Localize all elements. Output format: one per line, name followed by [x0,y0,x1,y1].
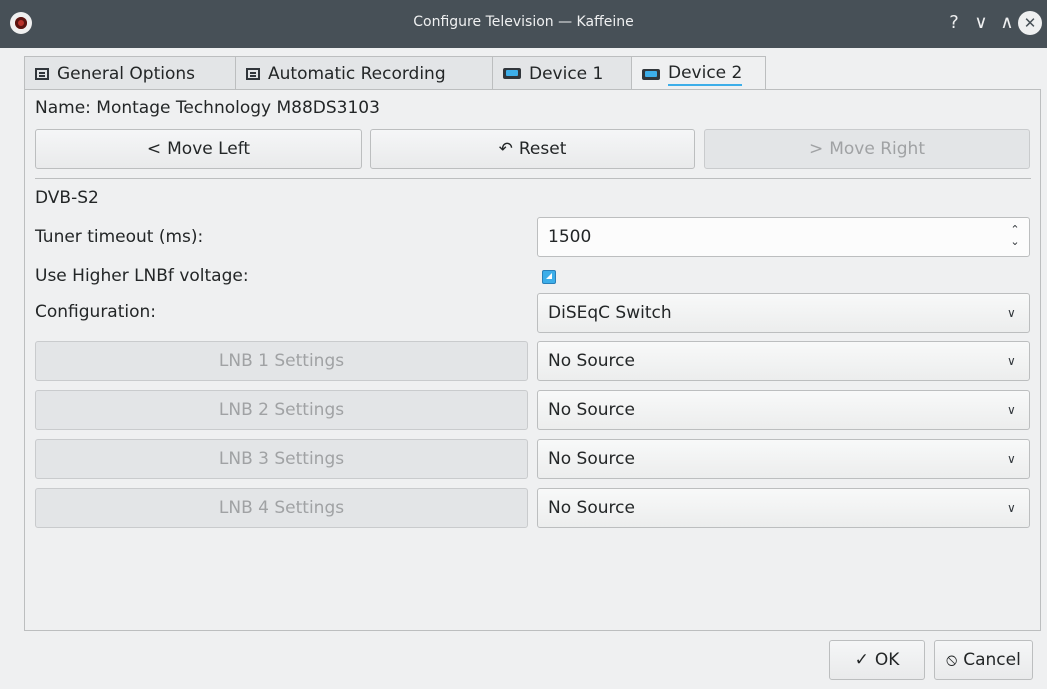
chevron-left-icon: < [146,139,162,159]
lnb-1-source-combobox[interactable]: No Source ∨ [537,341,1030,381]
chevron-down-icon: ∨ [1007,452,1016,466]
lnb-3-settings-button[interactable]: LNB 3 Settings [35,439,528,479]
window-title: Configure Television — Kaffeine [413,14,634,30]
lnb-3-settings-label: LNB 3 Settings [218,449,345,469]
chevron-down-icon: ∨ [1007,403,1016,417]
tab-device-1[interactable]: Device 1 [492,56,632,90]
cancel-button[interactable]: ⦸ Cancel [934,640,1033,680]
tv-icon [503,68,521,79]
divider [35,178,1031,179]
tab-general-options[interactable]: General Options [24,56,236,90]
reset-button[interactable]: ↶ Reset [370,129,695,169]
cancel-label: Cancel [963,650,1021,670]
chevron-down-icon: ∨ [1007,306,1016,320]
maximize-button[interactable]: ∧ [996,11,1018,35]
device-settings-panel: Name: Montage Technology M88DS3103 < Mov… [24,89,1041,631]
tuner-timeout-label: Tuner timeout (ms): [35,227,204,247]
tab-device-2[interactable]: Device 2 [631,56,766,91]
tab-label: Device 2 [668,63,743,86]
tv-icon [642,68,660,80]
undo-icon: ↶ [498,139,513,159]
tuner-timeout-value: 1500 [548,227,592,247]
ok-button[interactable]: ✓ OK [829,640,925,680]
lnb-1-source-value: No Source [548,351,635,371]
cancel-icon: ⦸ [946,650,958,670]
tab-label: Device 1 [529,63,604,84]
chevron-right-icon: > [808,139,824,159]
device-name-label: Name: Montage Technology M88DS3103 [35,98,380,118]
tab-automatic-recording[interactable]: Automatic Recording [235,56,493,90]
lnb-3-source-combobox[interactable]: No Source ∨ [537,439,1030,479]
configuration-value: DiSEqC Switch [548,303,672,323]
checkmark-icon: ✓ [854,650,869,670]
spin-arrows-icon[interactable]: ⌃ ⌄ [1009,224,1021,248]
help-button[interactable]: ? [944,11,964,35]
move-left-button[interactable]: < Move Left [35,129,362,169]
minimize-button[interactable]: ∨ [970,11,992,35]
close-button[interactable]: ✕ [1018,11,1042,35]
tab-label: Automatic Recording [268,63,446,84]
lnb-3-source-value: No Source [548,449,635,469]
tab-label: General Options [57,63,195,84]
lnb-1-settings-button[interactable]: LNB 1 Settings [35,341,528,381]
higher-lnbf-label: Use Higher LNBf voltage: [35,266,249,286]
lnb-1-settings-label: LNB 1 Settings [218,351,345,371]
higher-lnbf-checkbox[interactable] [542,270,556,284]
tuner-timeout-spinbox[interactable]: 1500 ⌃ ⌄ [537,217,1030,257]
lnb-2-source-combobox[interactable]: No Source ∨ [537,390,1030,430]
lnb-4-source-combobox[interactable]: No Source ∨ [537,488,1030,528]
lnb-4-source-value: No Source [548,498,635,518]
title-bar: Configure Television — Kaffeine ? ∨ ∧ ✕ [0,0,1047,48]
section-label-dvb-s2: DVB-S2 [35,188,99,208]
chevron-down-icon: ∨ [1007,354,1016,368]
document-icon [35,67,49,80]
reset-label: Reset [518,139,567,159]
lnb-2-source-value: No Source [548,400,635,420]
move-right-label: Move Right [829,139,925,159]
configuration-combobox[interactable]: DiSEqC Switch ∨ [537,293,1030,333]
move-left-label: Move Left [167,139,251,159]
lnb-2-settings-button[interactable]: LNB 2 Settings [35,390,528,430]
lnb-4-settings-label: LNB 4 Settings [218,498,345,518]
ok-label: OK [874,650,900,670]
configuration-label: Configuration: [35,302,157,322]
lnb-2-settings-label: LNB 2 Settings [218,400,345,420]
move-right-button[interactable]: > Move Right [704,129,1030,169]
chevron-down-icon: ∨ [1007,501,1016,515]
document-icon [246,67,260,80]
lnb-4-settings-button[interactable]: LNB 4 Settings [35,488,528,528]
